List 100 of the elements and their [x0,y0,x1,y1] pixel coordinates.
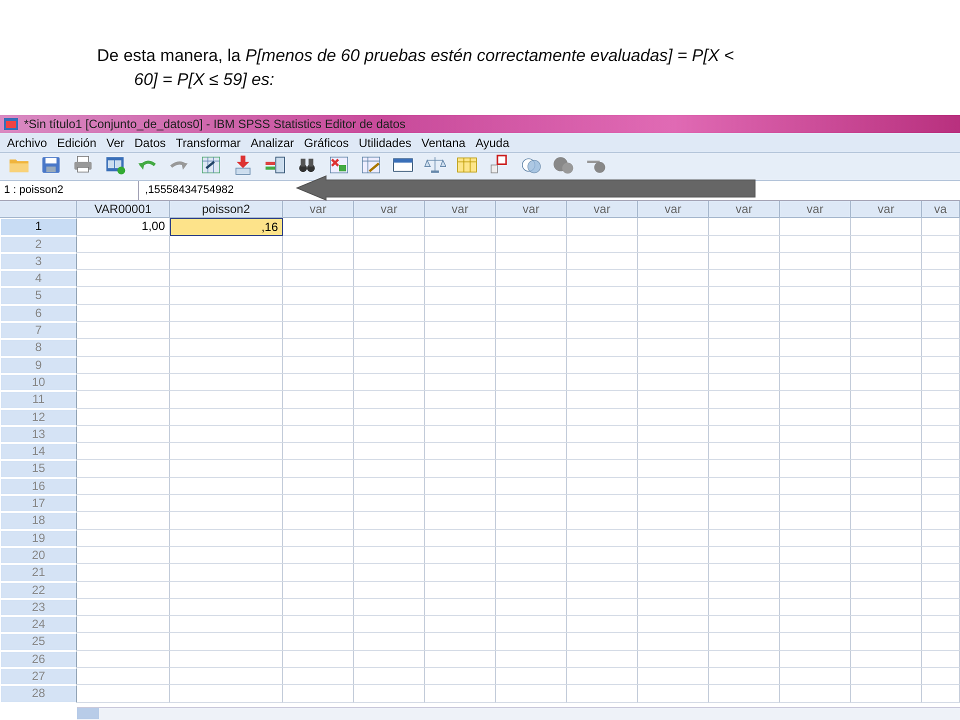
table-cell[interactable] [851,512,922,530]
table-cell[interactable] [354,218,425,236]
table-cell[interactable] [283,460,354,478]
table-cell[interactable] [638,512,709,530]
column-header[interactable]: var [354,201,425,218]
table-cell[interactable] [170,426,283,444]
column-header[interactable]: var [567,201,638,218]
table-cell[interactable] [567,564,638,582]
table-cell[interactable] [922,426,960,444]
table-cell[interactable] [496,270,567,288]
table-cell[interactable] [851,460,922,478]
table-cell[interactable] [567,408,638,426]
table-cell[interactable] [709,374,780,392]
table-cell[interactable] [922,495,960,512]
table-cell[interactable] [77,356,170,374]
insert-column-icon[interactable] [264,154,286,176]
cell-value-field[interactable]: ,15558434754982 [139,181,291,200]
table-cell[interactable] [283,633,354,651]
table-cell[interactable] [709,426,780,444]
table-cell[interactable] [638,443,709,460]
dialog-icon[interactable] [104,154,126,176]
menu-item[interactable]: Transformar [172,136,248,150]
table-cell[interactable] [638,546,709,564]
table-cell[interactable] [354,356,425,374]
table-cell[interactable] [170,374,283,392]
table-cell[interactable] [496,598,567,616]
table-cell[interactable] [170,685,283,703]
table-cell[interactable] [170,270,283,288]
table-cell[interactable] [709,685,780,703]
table-cell[interactable] [567,443,638,460]
table-cell[interactable] [567,339,638,357]
table-cell[interactable] [170,287,283,305]
table-cell[interactable] [567,374,638,392]
table-cell[interactable] [170,512,283,530]
column-header[interactable]: var [638,201,709,218]
table-cell[interactable] [780,460,851,478]
table-cell[interactable] [496,339,567,357]
row-number[interactable]: 20 [0,546,77,564]
table-cell[interactable] [709,236,780,253]
menu-item[interactable]: Analizar [248,136,302,150]
save-icon[interactable] [40,154,62,176]
table-cell[interactable] [496,304,567,322]
table-cell[interactable] [77,408,170,426]
table-cell[interactable] [354,374,425,392]
table-cell[interactable] [567,270,638,288]
table-cell[interactable] [77,582,170,599]
table-cell[interactable] [567,598,638,616]
table-cell[interactable] [851,633,922,651]
table-cell[interactable] [922,478,960,496]
table-cell[interactable] [354,685,425,703]
table-cell[interactable] [354,252,425,270]
table-cell[interactable] [709,478,780,496]
table-cell[interactable] [851,478,922,496]
table-cell[interactable] [77,564,170,582]
table-cell[interactable] [425,478,496,496]
table-cell[interactable] [780,252,851,270]
table-cell[interactable] [283,478,354,496]
table-cell[interactable] [77,443,170,460]
table-cell[interactable] [567,322,638,340]
table-cell[interactable] [425,495,496,512]
table-cell[interactable] [922,218,960,236]
table-cell[interactable] [567,304,638,322]
table-cell[interactable] [425,546,496,564]
table-cell[interactable] [780,322,851,340]
table-cell[interactable] [709,495,780,512]
table-cell[interactable] [780,287,851,305]
table-cell[interactable] [77,252,170,270]
table-cell[interactable] [77,616,170,634]
table-cell[interactable] [283,270,354,288]
table-cell[interactable] [283,616,354,634]
table-cell[interactable] [638,339,709,357]
row-number[interactable]: 14 [0,443,77,460]
table-cell[interactable] [496,616,567,634]
table-cell[interactable] [170,391,283,409]
table-cell[interactable] [283,426,354,444]
row-number[interactable]: 5 [0,287,77,305]
table-cell[interactable] [638,252,709,270]
table-cell[interactable] [567,356,638,374]
row-number[interactable]: 24 [0,616,77,634]
table-cell[interactable] [851,218,922,236]
menu-item[interactable]: Archivo [4,136,54,150]
table-cell[interactable] [354,546,425,564]
table-cell[interactable] [496,668,567,686]
table-cell[interactable] [170,252,283,270]
table-cell[interactable] [425,426,496,444]
table-cell[interactable] [922,668,960,686]
table-cell[interactable] [922,650,960,668]
table-cell[interactable] [638,218,709,236]
table-cell[interactable] [77,598,170,616]
table-cell[interactable] [170,598,283,616]
table-cell[interactable] [851,564,922,582]
table-cell[interactable] [170,495,283,512]
table-cell[interactable] [283,495,354,512]
table-cell[interactable] [354,339,425,357]
table-cell[interactable] [425,374,496,392]
table-cell[interactable] [170,339,283,357]
table-cell[interactable] [425,564,496,582]
horizontal-scrollbar[interactable] [77,707,960,720]
table-cell[interactable] [709,460,780,478]
table-cell[interactable] [170,460,283,478]
